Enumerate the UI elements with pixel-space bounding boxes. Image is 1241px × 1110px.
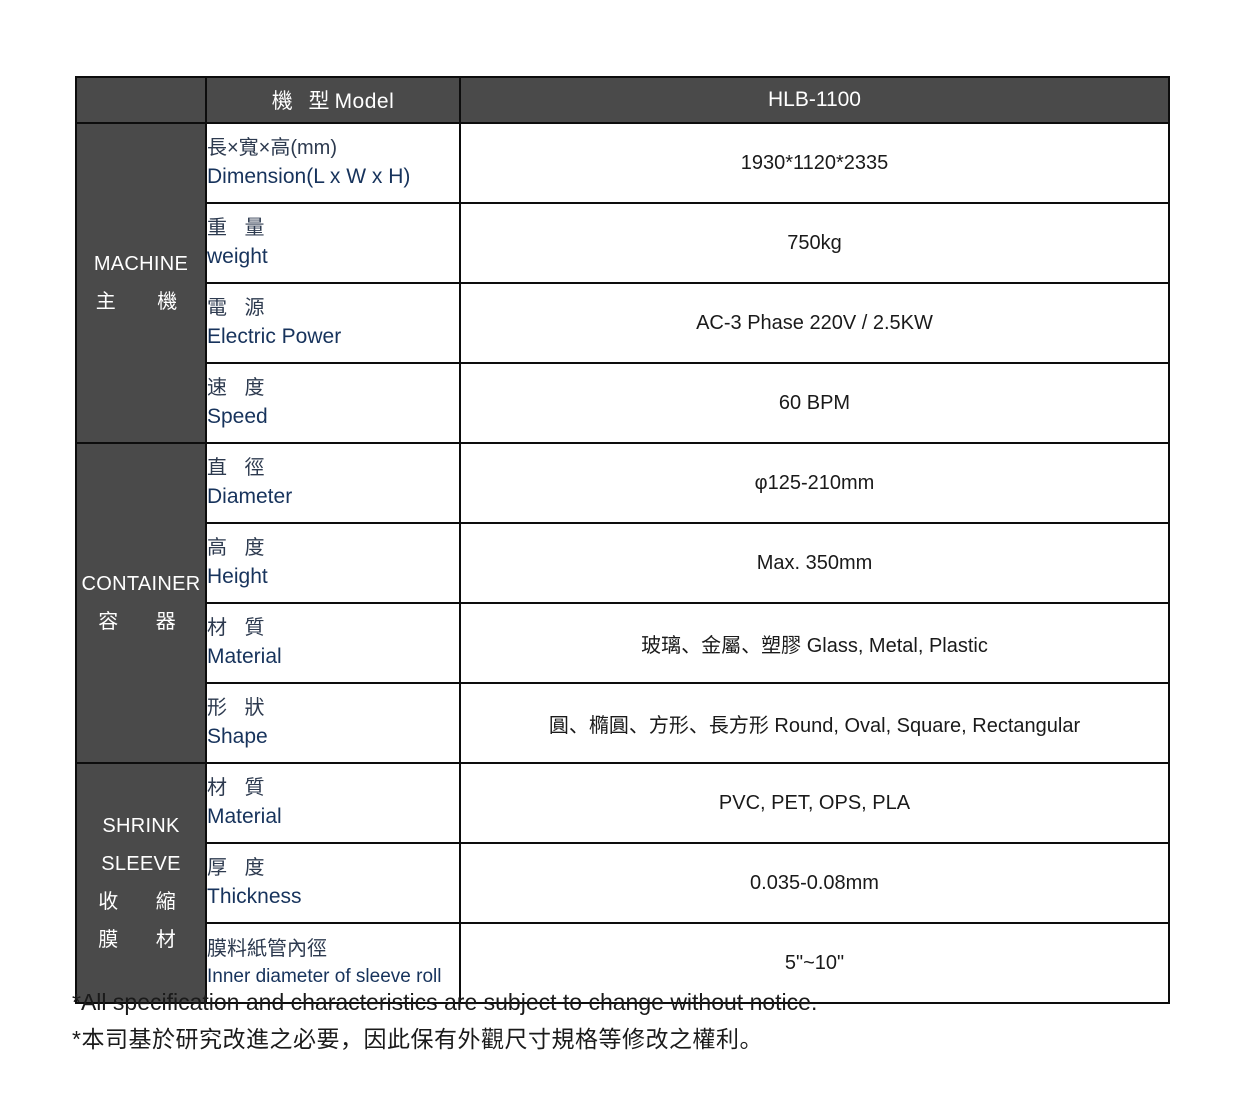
row-label-speed: 速 度 Speed bbox=[205, 362, 461, 444]
row-label-diameter-cjk: 直 徑 bbox=[207, 456, 271, 479]
group-label-machine: MACHINE 主 機 bbox=[75, 122, 207, 444]
row-label-shape-en: Shape bbox=[207, 725, 268, 749]
table-row: SHRINK SLEEVE 收 縮 膜 材 材 質 Material PVC, … bbox=[75, 762, 1170, 1004]
table-row: 材 質 Material 玻璃、金屬、塑膠 Glass, Metal, Plas… bbox=[76, 602, 1170, 684]
row-value-diameter: φ125-210mm bbox=[459, 442, 1170, 524]
row-label-electric-power-cjk: 電 源 bbox=[207, 296, 271, 319]
group-label-container-cjk: 容 器 bbox=[98, 611, 192, 633]
row-value-electric-power: AC-3 Phase 220V / 2.5KW bbox=[459, 282, 1170, 364]
table-row: CONTAINER 容 器 直 徑 Diameter φ125-210mm bbox=[75, 442, 1170, 764]
row-value-speed: 60 BPM bbox=[459, 362, 1170, 444]
row-label-dimension: 長×寬×高(mm) Dimension(L x W x H) bbox=[205, 122, 461, 204]
row-label-thickness-cjk: 厚 度 bbox=[207, 856, 271, 879]
row-label-weight: 重 量 weight bbox=[205, 202, 461, 284]
row-label-thickness-en: Thickness bbox=[207, 885, 302, 909]
row-label-sleeve-material-cjk: 材 質 bbox=[207, 776, 271, 799]
table-row: 重 量 weight 750kg bbox=[76, 202, 1170, 284]
group-label-shrink-sleeve: SHRINK SLEEVE 收 縮 膜 材 bbox=[75, 762, 207, 1004]
row-value-container-material: 玻璃、金屬、塑膠 Glass, Metal, Plastic bbox=[459, 602, 1170, 684]
row-label-container-material-cjk: 材 質 bbox=[207, 616, 271, 639]
table-row: MACHINE 主 機 長×寬×高(mm) Dimension(L x W x … bbox=[75, 122, 1170, 444]
row-value-height: Max. 350mm bbox=[459, 522, 1170, 604]
row-label-shape: 形 狀 Shape bbox=[205, 682, 461, 764]
row-label-electric-power-en: Electric Power bbox=[207, 325, 342, 349]
footnotes: *All specification and characteristics a… bbox=[72, 984, 1172, 1059]
group-label-container: CONTAINER 容 器 bbox=[75, 442, 207, 764]
row-label-height: 高 度 Height bbox=[205, 522, 461, 604]
header-corner-cell bbox=[75, 76, 207, 124]
row-label-height-en: Height bbox=[207, 565, 268, 589]
table-row: 厚 度 Thickness 0.035-0.08mm bbox=[76, 842, 1170, 924]
row-label-speed-cjk: 速 度 bbox=[207, 376, 271, 399]
row-label-sleeve-material-en: Material bbox=[207, 805, 282, 829]
row-label-diameter-en: Diameter bbox=[207, 485, 293, 509]
row-value-weight: 750kg bbox=[459, 202, 1170, 284]
header-model-label-cjk: 機 型 bbox=[271, 90, 335, 113]
spec-sheet-page: 機 型Model HLB-1100 MACHINE 主 機 長×寬×高(mm) … bbox=[0, 0, 1241, 1110]
table-row: 速 度 Speed 60 BPM bbox=[76, 362, 1170, 444]
group-label-shrink-sleeve-en: SHRINK SLEEVE bbox=[101, 815, 181, 875]
row-label-container-material-en: Material bbox=[207, 645, 282, 669]
row-label-thickness: 厚 度 Thickness bbox=[205, 842, 461, 924]
row-label-inner-diameter-cjk: 膜料紙管內徑 bbox=[207, 938, 327, 961]
row-label-dimension-en: Dimension(L x W x H) bbox=[207, 165, 411, 189]
row-label-weight-cjk: 重 量 bbox=[207, 216, 271, 239]
row-label-height-cjk: 高 度 bbox=[207, 536, 271, 559]
row-label-sleeve-material: 材 質 Material bbox=[205, 762, 461, 844]
footnote-english: *All specification and characteristics a… bbox=[72, 989, 818, 1015]
row-value-sleeve-material: PVC, PET, OPS, PLA bbox=[459, 762, 1170, 844]
group-label-machine-cjk: 主 機 bbox=[95, 291, 196, 313]
row-label-weight-en: weight bbox=[207, 245, 268, 269]
row-label-container-material: 材 質 Material bbox=[205, 602, 461, 684]
header-model-label-en: Model bbox=[334, 90, 395, 113]
group-label-machine-en: MACHINE bbox=[93, 253, 189, 275]
row-label-shape-cjk: 形 狀 bbox=[207, 696, 271, 719]
row-label-speed-en: Speed bbox=[207, 405, 268, 429]
table-row: 電 源 Electric Power AC-3 Phase 220V / 2.5… bbox=[76, 282, 1170, 364]
row-value-dimension: 1930*1120*2335 bbox=[459, 122, 1170, 204]
group-label-shrink-sleeve-cjk: 收 縮 膜 材 bbox=[98, 891, 192, 951]
table-row: 形 狀 Shape 圓、橢圓、方形、長方形 Round, Oval, Squar… bbox=[76, 682, 1170, 764]
row-label-dimension-cjk: 長×寬×高(mm) bbox=[207, 136, 337, 159]
header-model-value: HLB-1100 bbox=[459, 76, 1170, 124]
row-value-thickness: 0.035-0.08mm bbox=[459, 842, 1170, 924]
row-label-diameter: 直 徑 Diameter bbox=[205, 442, 461, 524]
header-model-cell: 機 型Model bbox=[205, 76, 461, 124]
table-header-row: 機 型Model HLB-1100 bbox=[75, 76, 1170, 124]
table-row: 高 度 Height Max. 350mm bbox=[76, 522, 1170, 604]
footnote-chinese: *本司基於研究改進之必要，因此保有外觀尺寸規格等修改之權利。 bbox=[72, 1026, 763, 1053]
group-label-container-en: CONTAINER bbox=[81, 573, 201, 595]
row-label-electric-power: 電 源 Electric Power bbox=[205, 282, 461, 364]
row-value-shape: 圓、橢圓、方形、長方形 Round, Oval, Square, Rectang… bbox=[459, 682, 1170, 764]
specification-table: 機 型Model HLB-1100 MACHINE 主 機 長×寬×高(mm) … bbox=[75, 76, 1170, 1004]
